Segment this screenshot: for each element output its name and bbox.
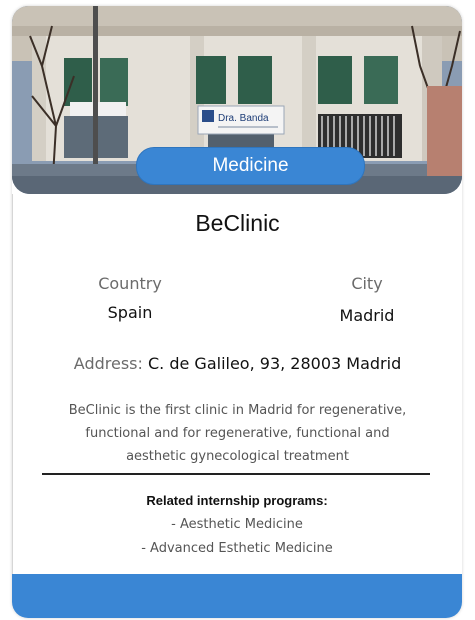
address-row: Address: C. de Galileo, 93, 28003 Madrid — [12, 354, 462, 373]
clinic-card[interactable]: Dra. Banda Medicine BeClinic Country Spa… — [12, 6, 462, 618]
city-label: City — [351, 274, 383, 293]
city-value: Madrid — [339, 306, 395, 325]
card-footer-bar[interactable] — [12, 574, 462, 618]
country-value: Spain — [107, 303, 153, 322]
divider — [42, 473, 430, 475]
related-program-item[interactable]: - Aesthetic Medicine — [12, 517, 462, 532]
country-label: Country — [98, 274, 162, 293]
related-program-item[interactable]: - Advanced Esthetic Medicine — [12, 541, 462, 556]
category-label: Medicine — [212, 155, 289, 176]
address-label: Address: — [73, 354, 143, 373]
address-value: C. de Galileo, 93, 28003 Madrid — [147, 354, 402, 373]
related-programs-title: Related internship programs: — [146, 493, 328, 508]
category-badge[interactable]: Medicine — [136, 147, 365, 185]
storefront-sign-text: Dra. Banda — [218, 113, 269, 124]
clinic-name: BeClinic — [195, 210, 280, 236]
clinic-description: BeClinic is the first clinic in Madrid f… — [68, 403, 407, 464]
